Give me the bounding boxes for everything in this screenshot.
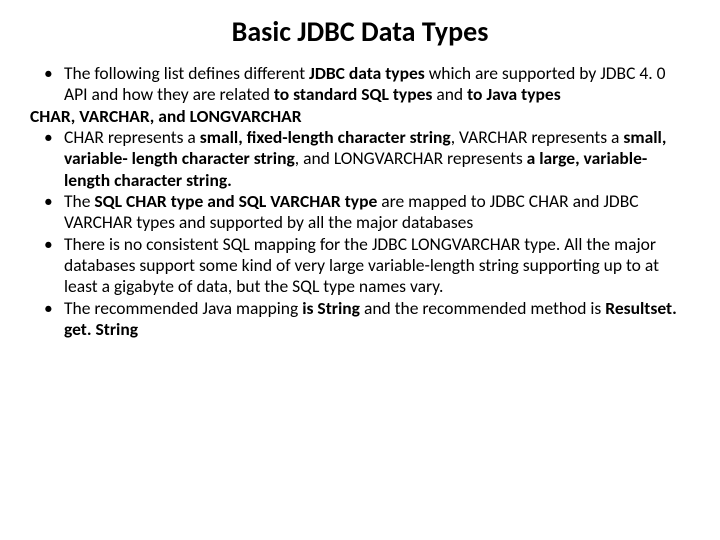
item-text: CHAR, VARCHAR, and LONGVARCHAR (30, 106, 690, 127)
bullet-item: •The following list defines different JD… (30, 63, 690, 106)
item-text: The following list defines different JDB… (64, 63, 690, 106)
heading-line: •CHAR, VARCHAR, and LONGVARCHAR (30, 106, 690, 127)
bullet-item: • CHAR represents a small, fixed-length … (30, 127, 690, 191)
slide: Basic JDBC Data Types •The following lis… (0, 0, 720, 540)
bullet-item: •There is no consistent SQL mapping for … (30, 234, 690, 298)
bullet-glyph: • (30, 191, 64, 234)
bullet-glyph: • (30, 298, 64, 341)
item-text: The SQL CHAR type and SQL VARCHAR type a… (64, 191, 690, 234)
slide-title: Basic JDBC Data Types (30, 14, 690, 49)
item-text: There is no consistent SQL mapping for t… (64, 234, 690, 298)
bullet-glyph: • (30, 63, 64, 106)
bullet-glyph: • (30, 234, 64, 298)
bullet-item: •The recommended Java mapping is String … (30, 298, 690, 341)
slide-body: •The following list defines different JD… (30, 63, 690, 340)
item-text: The recommended Java mapping is String a… (64, 298, 690, 341)
bullet-item: •The SQL CHAR type and SQL VARCHAR type … (30, 191, 690, 234)
item-text: CHAR represents a small, fixed-length ch… (64, 127, 690, 191)
bullet-glyph: • (30, 127, 64, 191)
